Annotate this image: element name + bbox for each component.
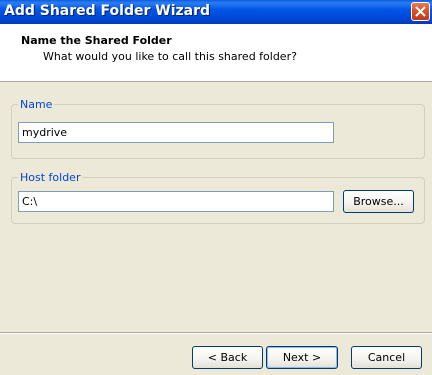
host-folder-input[interactable]: C:\: [18, 191, 334, 212]
name-group-label: Name: [18, 98, 55, 111]
host-folder-group: Host folder C:\ Browse...: [11, 171, 425, 224]
name-group: Name mydrive: [11, 98, 425, 159]
wizard-header: Name the Shared Folder What would you li…: [0, 24, 432, 82]
page-title: Name the Shared Folder: [21, 34, 172, 47]
close-button[interactable]: [411, 2, 430, 21]
host-folder-group-label: Host folder: [18, 171, 83, 184]
footer-divider: [0, 332, 432, 334]
close-icon: [415, 6, 426, 17]
window-title: Add Shared Folder Wizard: [4, 3, 211, 19]
name-input[interactable]: mydrive: [18, 122, 334, 143]
browse-button[interactable]: Browse...: [343, 190, 414, 213]
title-bar: Add Shared Folder Wizard: [0, 0, 432, 24]
next-button[interactable]: Next >: [266, 346, 338, 369]
page-subtitle: What would you like to call this shared …: [43, 50, 297, 63]
cancel-button[interactable]: Cancel: [351, 346, 422, 369]
back-button[interactable]: < Back: [192, 346, 263, 369]
